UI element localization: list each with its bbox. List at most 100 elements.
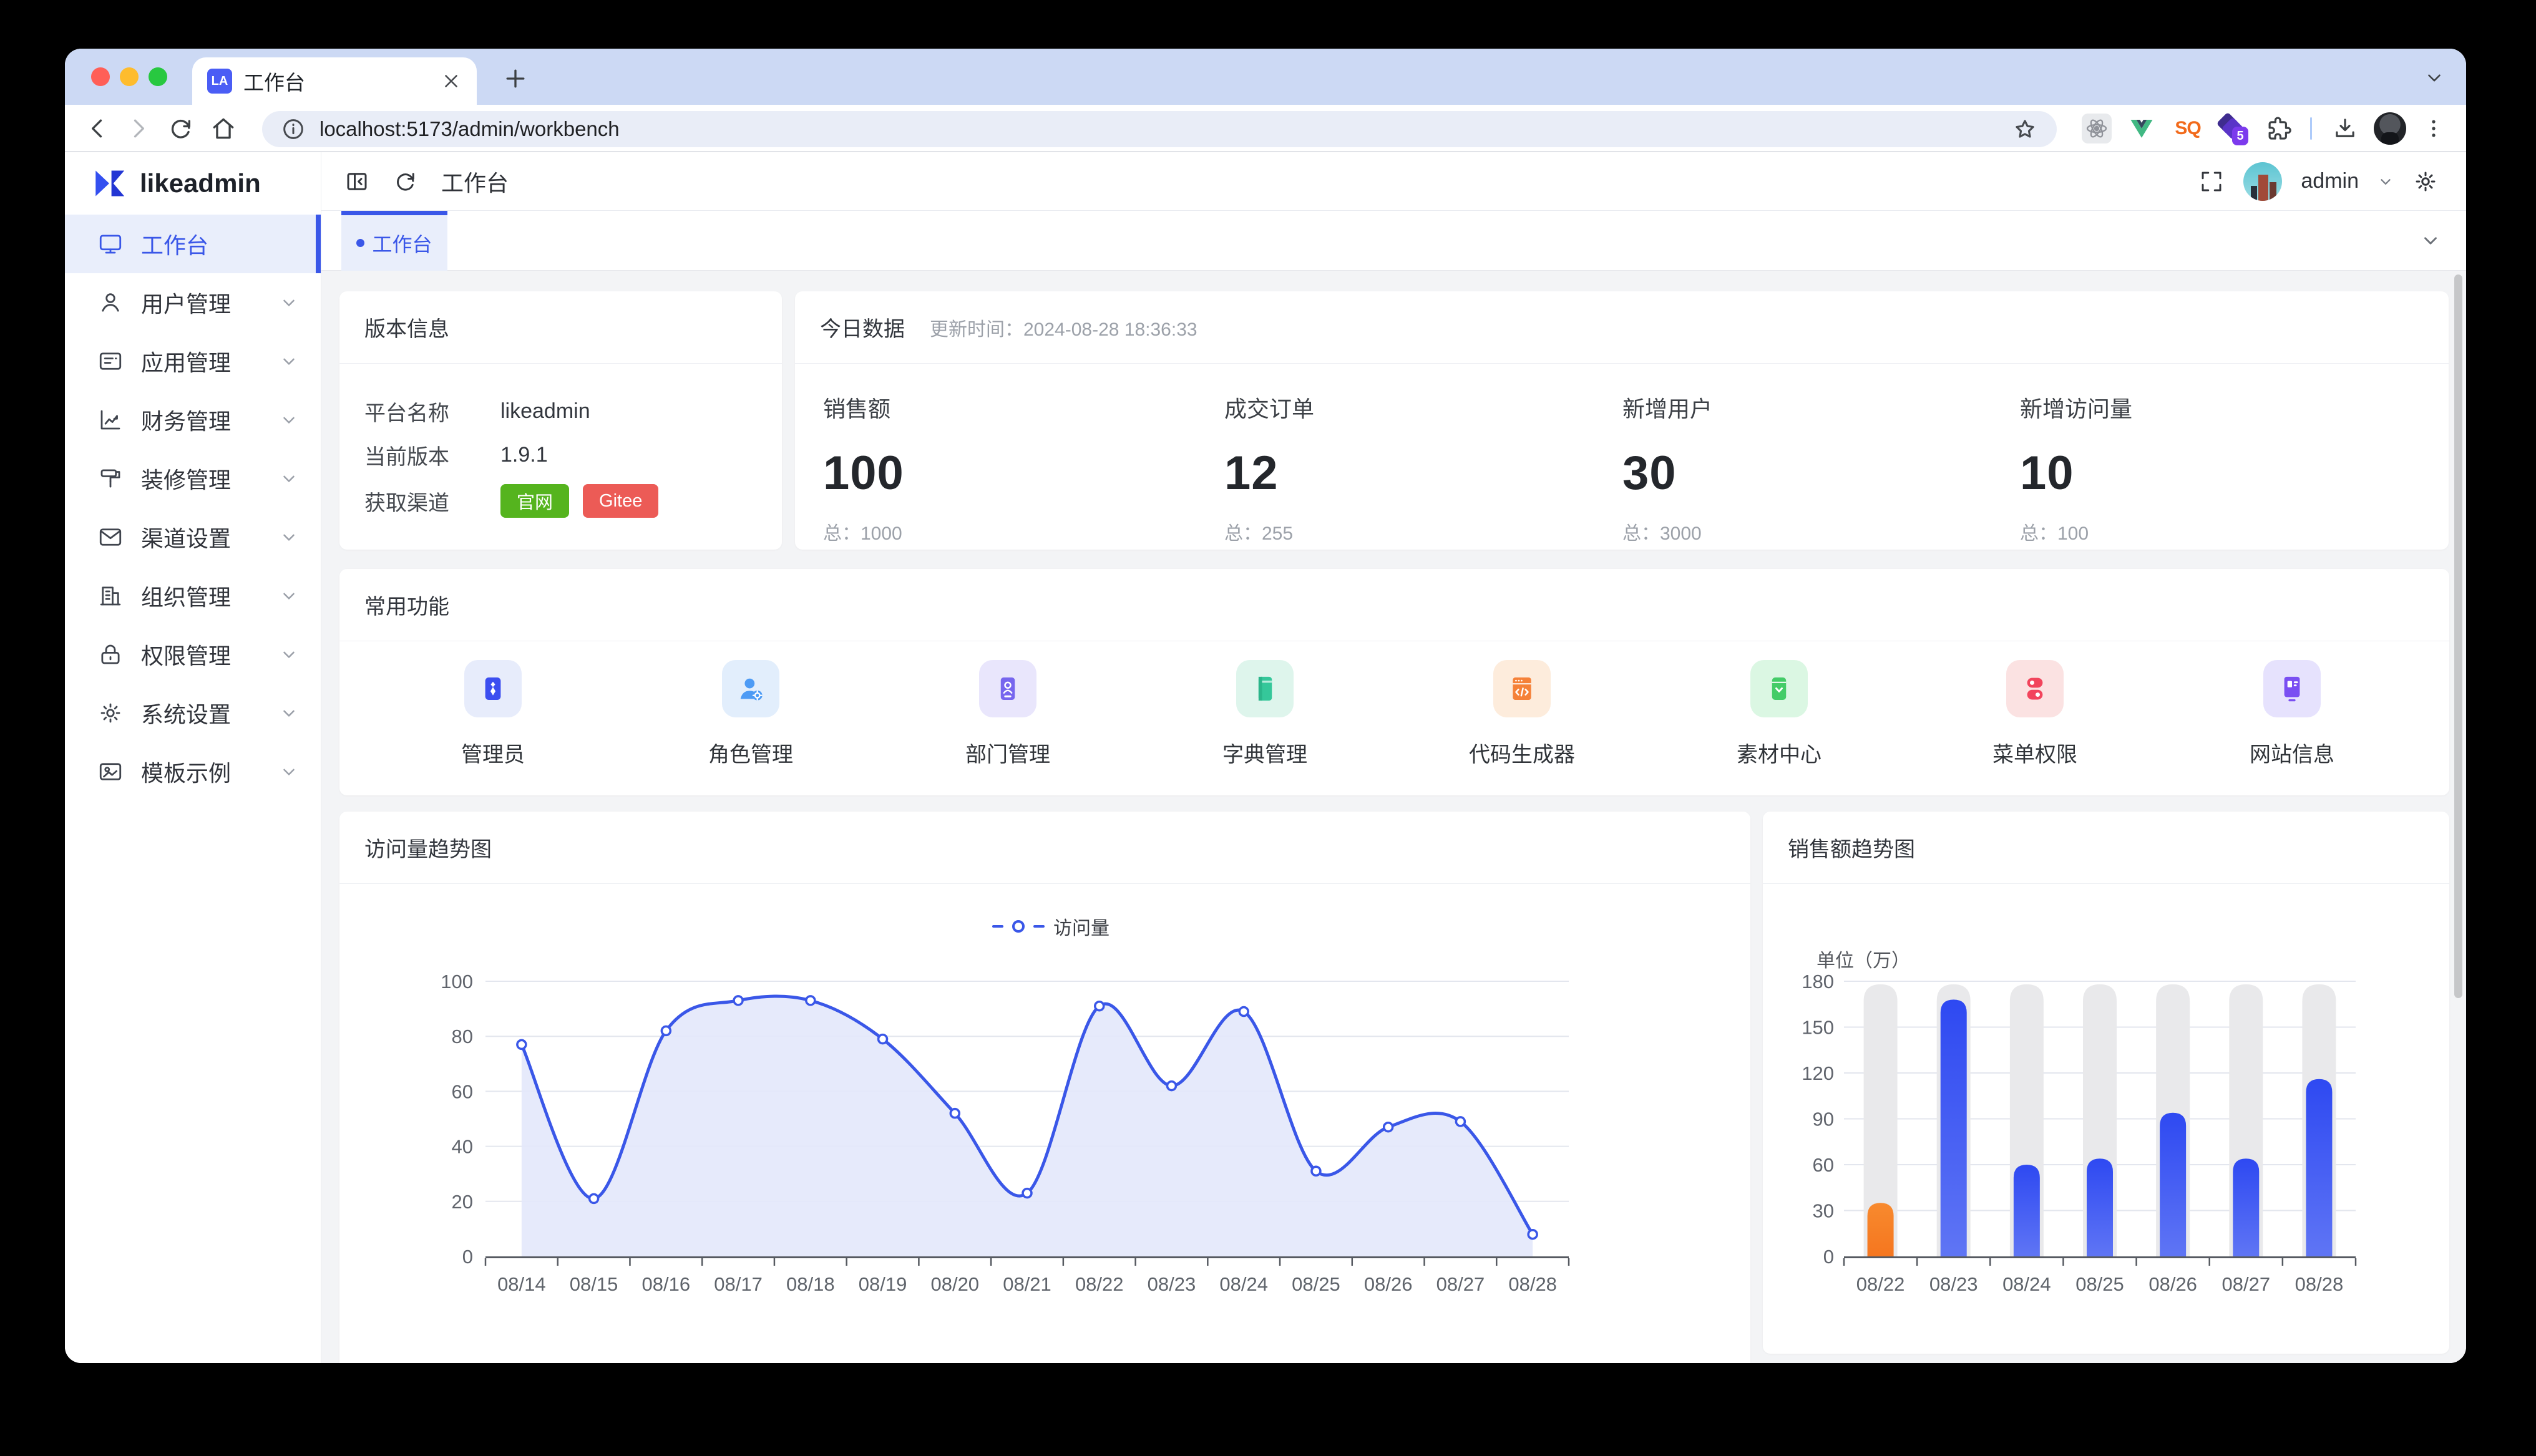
sidebar-item-channel[interactable]: 渠道设置 (65, 508, 321, 566)
svg-text:08/26: 08/26 (2148, 1273, 2197, 1295)
visits-line-chart: 02040608010008/1408/1508/1608/1708/1808/… (339, 812, 1750, 1363)
collapse-sidebar-icon[interactable] (344, 168, 370, 195)
tab-title: 工作台 (243, 66, 429, 96)
quick-item-素材中心[interactable]: 素材中心 (1698, 660, 1860, 768)
tab-active-dot (356, 239, 364, 247)
svg-text:150: 150 (1802, 1017, 1834, 1039)
material-icon (1750, 660, 1808, 717)
sidebar-item-label: 权限管理 (141, 638, 262, 671)
react-devtools-extension-icon[interactable] (2082, 114, 2112, 143)
vue5-extension-icon[interactable]: 5 (2217, 114, 2246, 143)
downloads-icon[interactable] (2330, 114, 2360, 143)
purple-diamond-icon: 5 (2217, 114, 2246, 143)
quick-item-字典管理[interactable]: 字典管理 (1184, 660, 1346, 768)
sidebar-item-apps[interactable]: 应用管理 (65, 332, 321, 391)
refresh-page-icon[interactable] (393, 168, 419, 195)
vue-devtools-extension-icon[interactable] (2127, 114, 2157, 143)
today-data-card: 今日数据 更新时间：2024-08-28 18:36:33 销售额100总：10… (795, 291, 2449, 550)
today-updated-time: 更新时间：2024-08-28 18:36:33 (930, 314, 1197, 341)
sidebar-item-workbench[interactable]: 工作台 (65, 215, 321, 273)
user-menu-chevron-icon[interactable] (2378, 173, 2394, 190)
browser-profile-avatar[interactable] (2374, 112, 2406, 145)
home-button[interactable] (210, 115, 237, 142)
stat-total: 总：1000 (823, 518, 1197, 545)
role-icon (722, 660, 779, 717)
chevron-down-icon (280, 528, 298, 546)
browser-tab[interactable]: LA 工作台 (192, 57, 477, 105)
quick-item-label: 字典管理 (1222, 737, 1307, 768)
quick-functions-card: 常用功能 管理员角色管理部门管理字典管理 代码生成器素材中心 菜单权限 网站信息 (339, 569, 2449, 795)
sales-chart-title: 销售额趋势图 (1788, 832, 1915, 863)
address-bar[interactable]: localhost:5173/admin/workbench (262, 111, 2057, 147)
user-icon (97, 289, 124, 316)
official-site-button[interactable]: 官网 (500, 484, 569, 518)
app-logo[interactable]: likeadmin (65, 152, 321, 215)
fullscreen-icon[interactable] (2198, 168, 2225, 195)
decor-icon (97, 465, 124, 492)
tabbar-dropdown-chevron-icon[interactable] (2420, 230, 2441, 251)
tab-search-chevron-icon[interactable] (2424, 67, 2445, 89)
sidebar-item-org[interactable]: 组织管理 (65, 566, 321, 625)
current-version-label: 当前版本 (364, 440, 500, 470)
sidebar-item-decorate[interactable]: 装修管理 (65, 449, 321, 508)
quick-item-网站信息[interactable]: 网站信息 (2211, 660, 2373, 768)
sidebar-item-users[interactable]: 用户管理 (65, 273, 321, 332)
dict-icon (1236, 660, 1294, 717)
reload-button[interactable] (167, 115, 195, 142)
zoom-window-button[interactable] (149, 67, 167, 86)
chevron-down-icon (280, 762, 298, 781)
svg-text:0: 0 (1823, 1246, 1834, 1268)
username[interactable]: admin (2301, 169, 2359, 193)
svg-text:08/21: 08/21 (1003, 1273, 1051, 1295)
minimize-window-button[interactable] (120, 67, 139, 86)
sidebar-item-finance[interactable]: 财务管理 (65, 391, 321, 449)
stat-label: 新增访问量 (2020, 391, 2394, 424)
stat-total: 总：3000 (1622, 518, 1997, 545)
close-window-button[interactable] (91, 67, 110, 86)
browser-menu-kebab-icon[interactable] (2419, 114, 2449, 143)
tab-close-icon[interactable] (441, 70, 462, 92)
svg-text:08/16: 08/16 (642, 1273, 691, 1295)
legend-ring-icon (1012, 920, 1025, 933)
svg-text:08/26: 08/26 (1364, 1273, 1413, 1295)
sidebar-item-label: 装修管理 (141, 462, 262, 495)
quick-item-管理员[interactable]: 管理员 (412, 660, 574, 768)
back-button[interactable] (84, 115, 111, 142)
stat-新增访问量: 新增访问量10总：100 (2020, 391, 2394, 545)
svg-text:90: 90 (1813, 1109, 1834, 1130)
likeadmin-logo-icon (91, 165, 127, 201)
new-tab-button[interactable] (502, 65, 529, 92)
forward-button[interactable] (125, 115, 152, 142)
quick-item-部门管理[interactable]: 部门管理 (927, 660, 1089, 768)
quick-card-title: 常用功能 (364, 590, 449, 620)
sq-extension-icon[interactable]: SQ (2173, 114, 2203, 143)
bookmark-star-icon[interactable] (2012, 116, 2038, 142)
quick-item-菜单权限[interactable]: 菜单权限 (1954, 660, 2116, 768)
current-version-value: 1.9.1 (500, 443, 548, 467)
chevron-down-icon (280, 586, 298, 605)
sidebar-item-perm[interactable]: 权限管理 (65, 625, 321, 684)
quick-item-label: 素材中心 (1737, 737, 1822, 768)
gitee-button[interactable]: Gitee (583, 484, 658, 518)
page-tab-workbench[interactable]: 工作台 (341, 211, 447, 271)
stat-新增用户: 新增用户30总：3000 (1622, 391, 1997, 545)
chevron-down-icon (280, 293, 298, 312)
sidebar-item-label: 模板示例 (141, 755, 262, 788)
page-scrollbar-thumb[interactable] (2454, 274, 2462, 998)
svg-text:08/24: 08/24 (1219, 1273, 1268, 1295)
visits-chart-legend[interactable]: 访问量 (992, 913, 1110, 940)
sidebar-item-system[interactable]: 系统设置 (65, 684, 321, 742)
site-info-icon[interactable] (281, 117, 306, 142)
admin-icon (464, 660, 522, 717)
settings-gear-icon[interactable] (2412, 168, 2439, 195)
quick-item-代码生成器[interactable]: 代码生成器 (1441, 660, 1603, 768)
user-avatar[interactable] (2243, 162, 2282, 201)
stat-value: 12 (1224, 446, 1599, 500)
sidebar-item-template[interactable]: 模板示例 (65, 742, 321, 801)
svg-text:08/24: 08/24 (2002, 1273, 2051, 1295)
browser-tabstrip: LA 工作台 (65, 49, 2466, 105)
quick-item-角色管理[interactable]: 角色管理 (670, 660, 832, 768)
quick-item-label: 菜单权限 (1992, 737, 2077, 768)
extensions-puzzle-icon[interactable] (2264, 114, 2294, 143)
svg-text:08/19: 08/19 (859, 1273, 907, 1295)
